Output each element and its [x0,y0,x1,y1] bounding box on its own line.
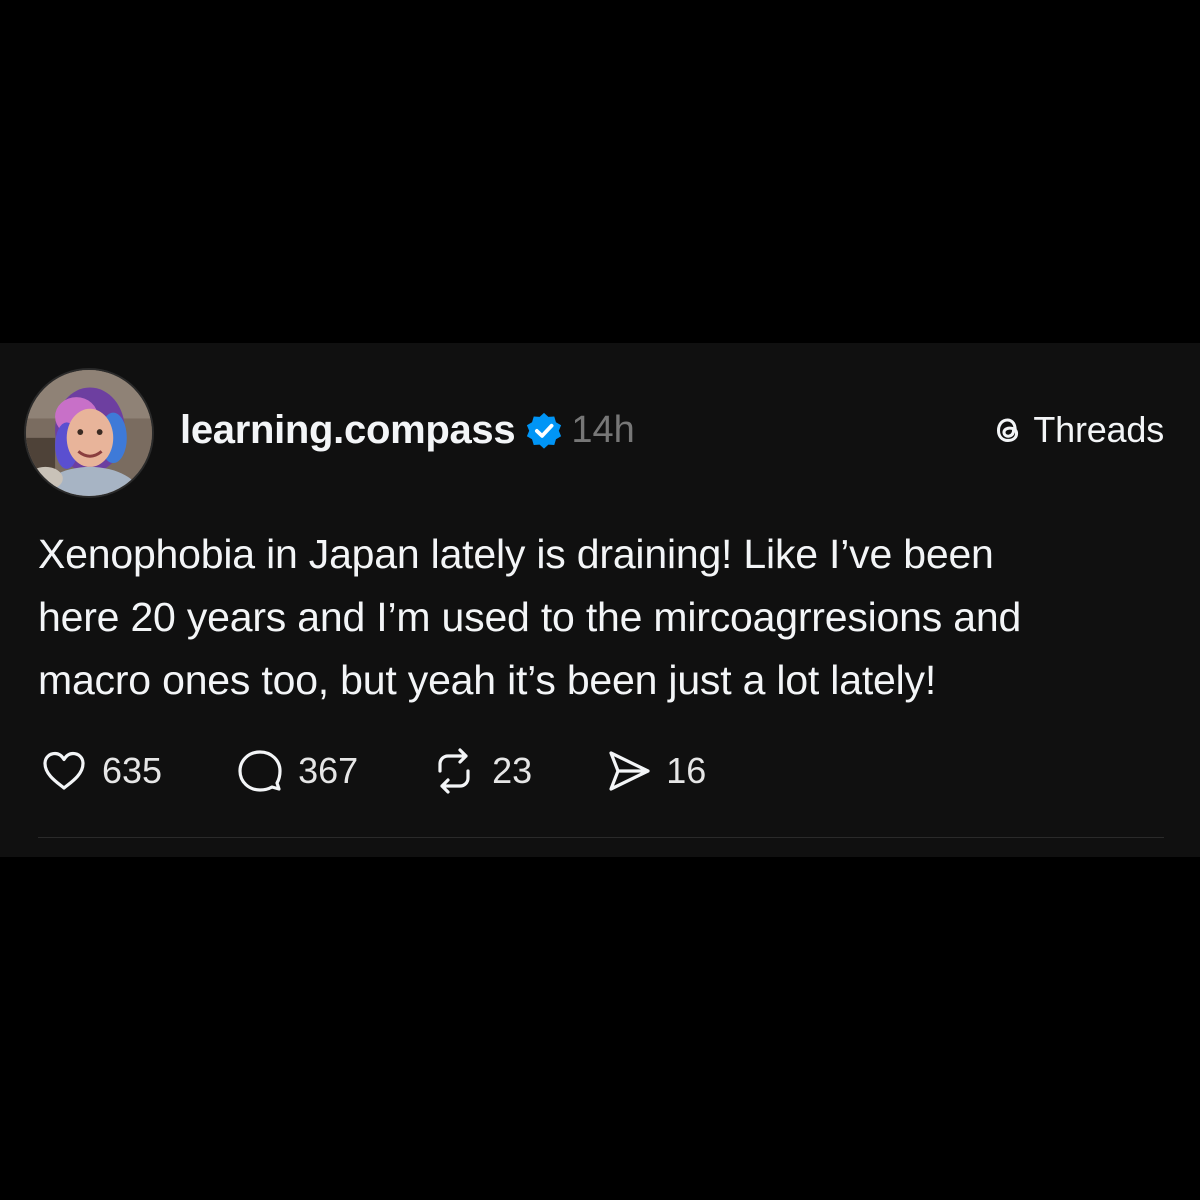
verified-badge-icon [525,411,563,449]
post-header: learning.compass 14h [180,403,635,457]
profile-photo [26,370,152,496]
reply-count: 367 [298,750,359,791]
post-actions: 635 367 23 16 [38,746,706,796]
divider [38,837,1164,838]
comment-icon [234,745,286,797]
post-text-line: here 20 years and I’m used to the mircoa… [38,594,1022,640]
repost-button[interactable]: 23 [428,745,532,797]
post-text-line: macro ones too, but yeah it’s been just … [38,657,937,703]
avatar[interactable] [24,368,154,498]
thread-post-card: learning.compass 14h Threads Xenophobia … [0,343,1200,857]
heart-icon [38,745,90,797]
like-count: 635 [102,750,163,791]
send-icon [602,745,654,797]
like-button[interactable]: 635 [38,745,162,797]
repost-icon [428,745,480,797]
share-button[interactable]: 16 [602,745,706,797]
threads-logo-icon [989,411,1027,449]
post-body: Xenophobia in Japan lately is draining! … [38,523,1168,712]
repost-count: 23 [492,750,533,791]
brand-name: Threads [1033,409,1164,450]
reply-button[interactable]: 367 [234,745,358,797]
post-text-line: Xenophobia in Japan lately is draining! … [38,531,994,577]
threads-brand: Threads [989,409,1164,451]
post-timestamp: 14h [571,408,635,451]
share-count: 16 [666,750,707,791]
username[interactable]: learning.compass [180,408,516,453]
